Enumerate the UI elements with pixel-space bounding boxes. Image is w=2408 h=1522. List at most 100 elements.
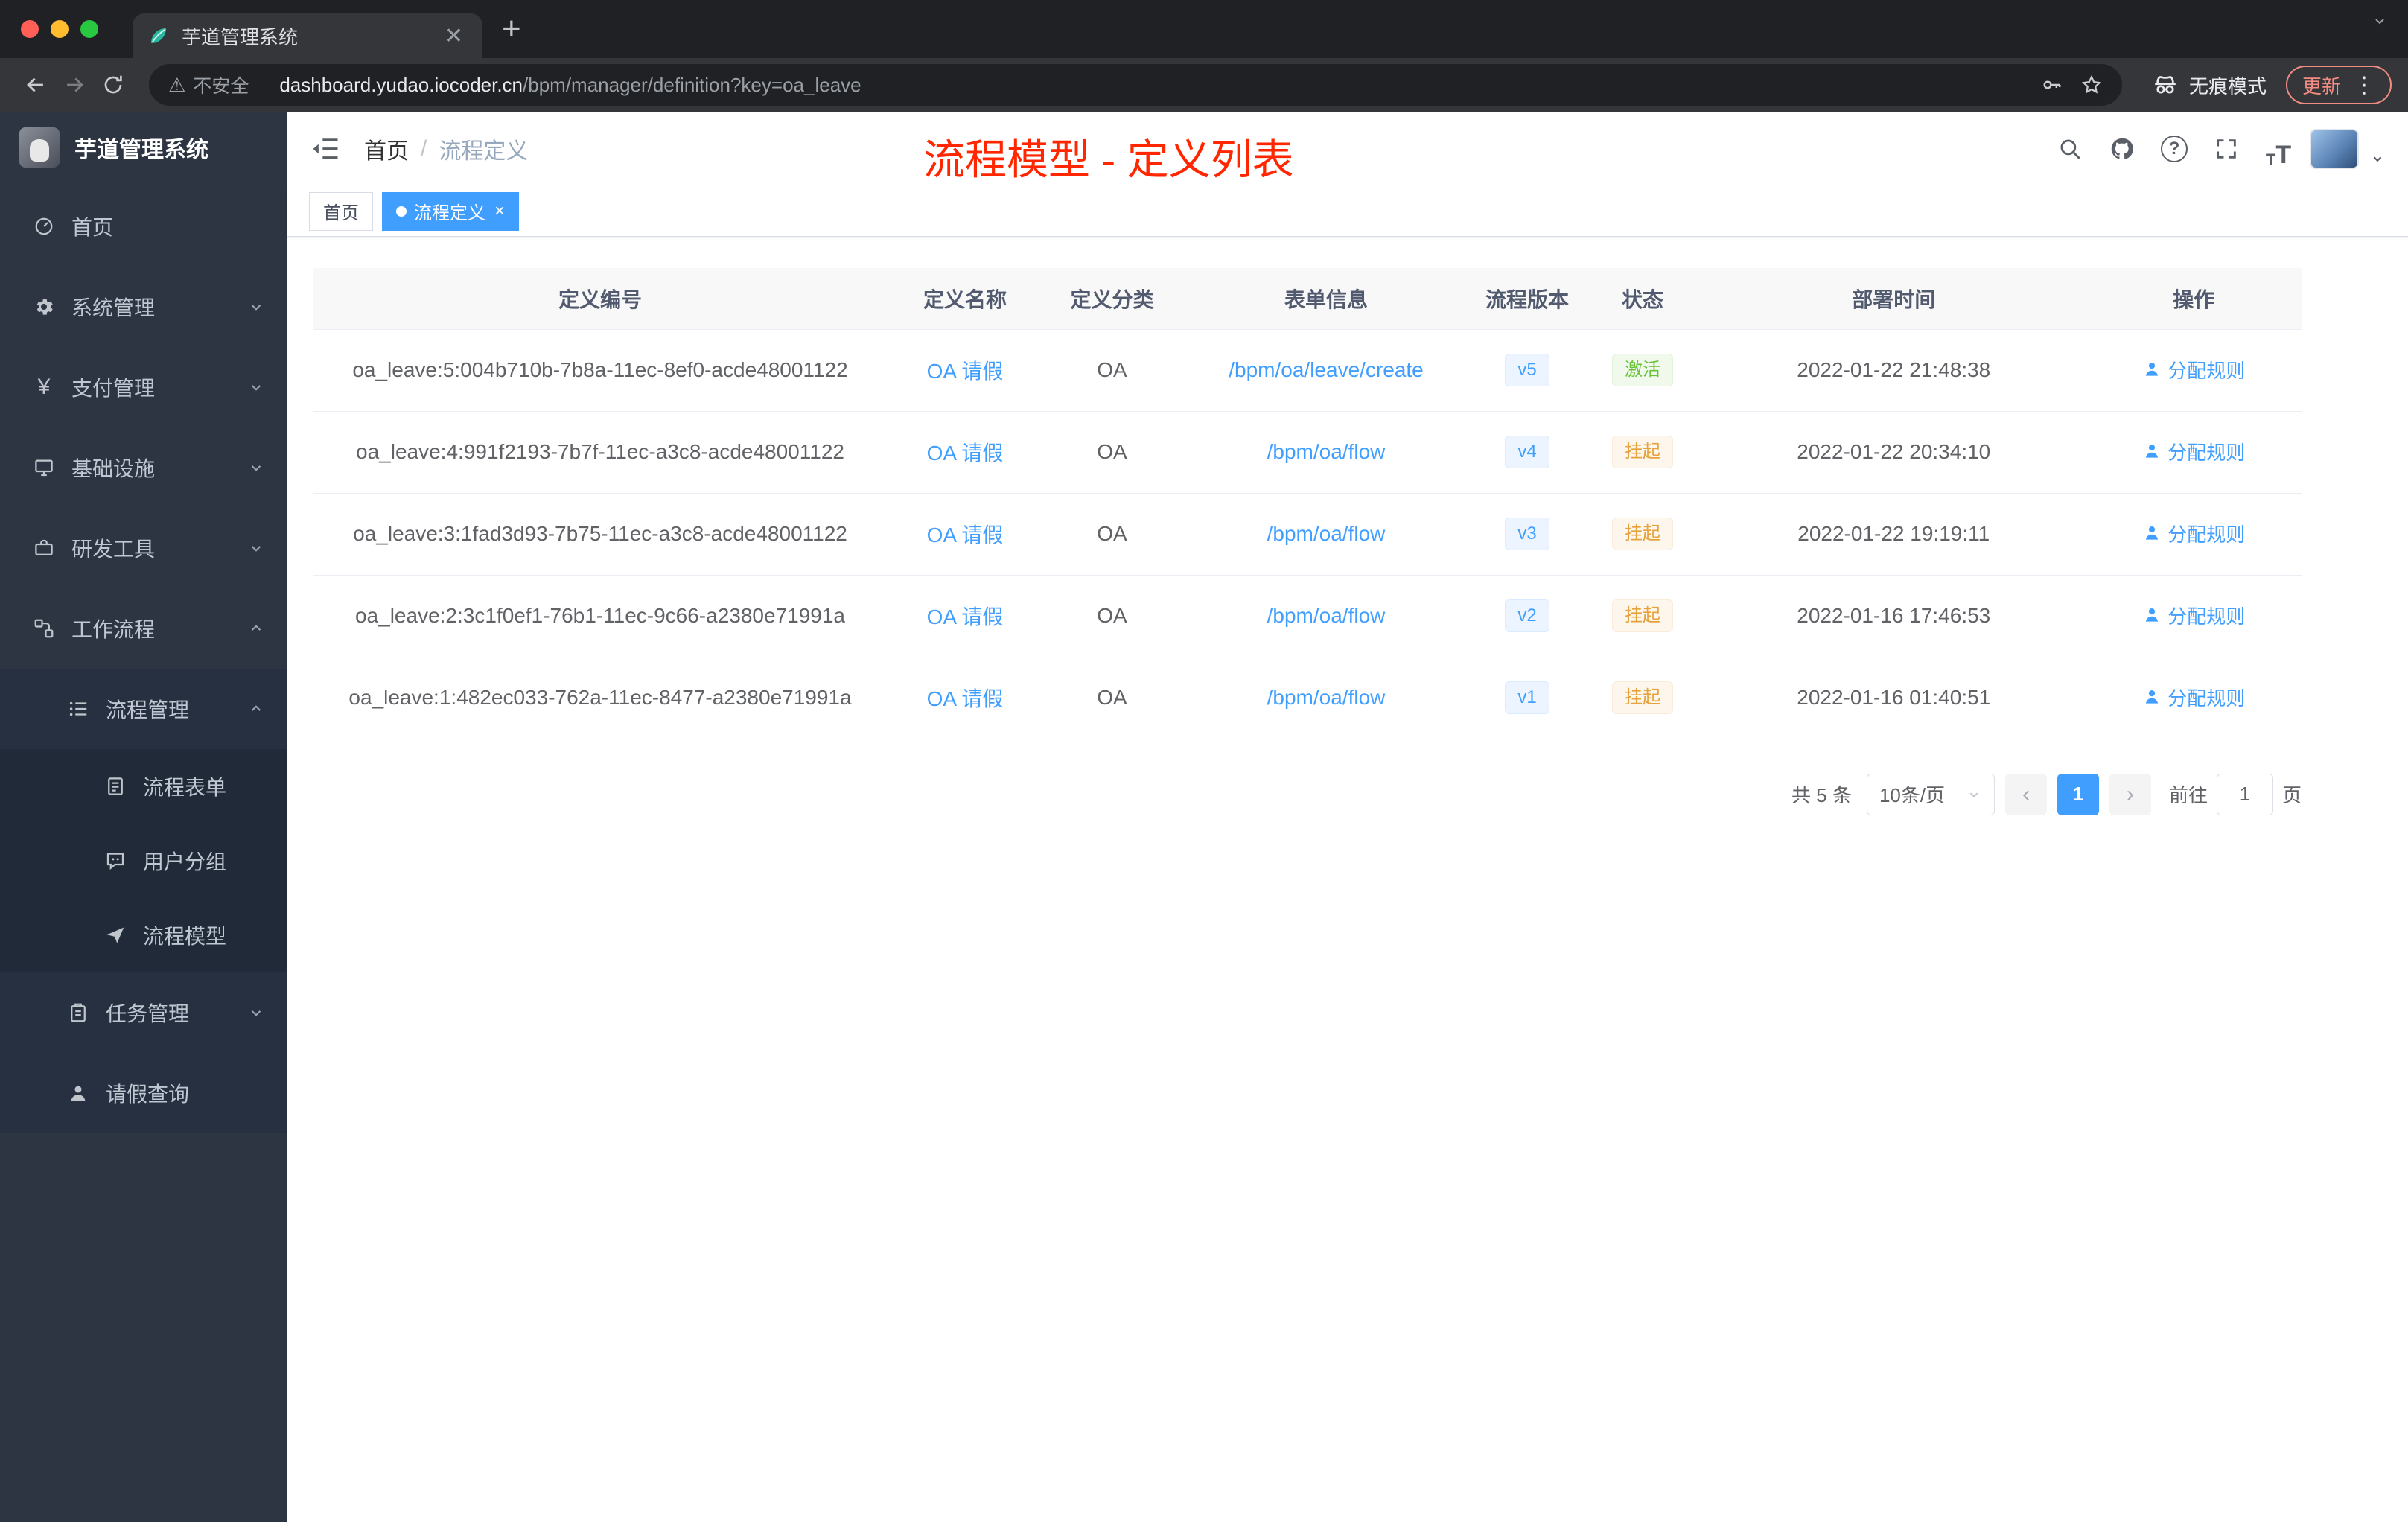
sidebar-item-workflow[interactable]: 工作流程 — [0, 588, 287, 669]
sidebar-item-process-management[interactable]: 流程管理 — [0, 669, 287, 749]
font-size-button[interactable]: TT — [2258, 128, 2299, 170]
url-domain: dashboard.yudao.iocoder.cn — [279, 73, 523, 96]
minimize-window-button[interactable] — [51, 20, 69, 38]
definition-category: OA — [1043, 329, 1181, 412]
assign-rule-button[interactable]: 分配规则 — [2142, 684, 2245, 711]
tab-favicon-icon — [151, 28, 166, 43]
menu-dots-icon[interactable]: ⋮ — [2353, 72, 2375, 98]
definition-name-link[interactable]: OA 请假 — [927, 605, 1004, 628]
close-window-button[interactable] — [21, 20, 39, 38]
warning-icon: ⚠ — [168, 73, 186, 96]
form-info-link[interactable]: /bpm/oa/leave/create — [1229, 358, 1424, 381]
page-annotation: 流程模型 - 定义列表 — [923, 136, 1294, 183]
bookmark-star-icon[interactable] — [2080, 74, 2103, 96]
fullscreen-button[interactable] — [2205, 128, 2247, 170]
form-info-link[interactable]: /bpm/oa/flow — [1267, 686, 1386, 709]
incognito-label: 无痕模式 — [2188, 74, 2267, 98]
back-button[interactable] — [16, 66, 55, 104]
breadcrumb-home[interactable]: 首页 — [364, 133, 409, 165]
deploy-time: 2022-01-22 20:34:10 — [1702, 411, 2086, 494]
security-warning[interactable]: ⚠ 不安全 — [168, 71, 249, 98]
browser-tab[interactable]: 芋道管理系统 ✕ — [133, 13, 482, 58]
status-badge: 挂起 — [1612, 599, 1673, 633]
sidebar-item-system[interactable]: 系统管理 — [0, 267, 287, 347]
question-icon: ? — [2161, 136, 2188, 162]
form-info-link[interactable]: /bpm/oa/flow — [1267, 440, 1386, 463]
goto-page-input[interactable] — [2216, 773, 2273, 815]
sidebar-item-process-model[interactable]: 流程模型 — [0, 898, 287, 972]
definition-category: OA — [1043, 575, 1181, 657]
page-size-select[interactable]: 10条/页 — [1866, 773, 1995, 815]
page-content: 定义编号 定义名称 定义分类 表单信息 流程版本 状态 部署时间 操作 oa_l… — [287, 237, 2408, 815]
sidebar-toggle-icon[interactable] — [309, 133, 342, 165]
help-button[interactable]: ? — [2153, 128, 2195, 170]
update-label: 更新 — [2302, 74, 2341, 98]
new-tab-button[interactable]: + — [502, 10, 521, 48]
reload-button[interactable] — [94, 66, 133, 104]
tag-home[interactable]: 首页 — [309, 191, 373, 231]
security-label: 不安全 — [193, 76, 249, 97]
user-icon — [2146, 526, 2159, 540]
forward-button[interactable] — [55, 66, 94, 104]
status-badge: 挂起 — [1612, 435, 1673, 469]
yen-icon: ¥ — [37, 375, 51, 399]
chevron-down-icon[interactable] — [2371, 12, 2389, 30]
sidebar-item-process-form[interactable]: 流程表单 — [0, 749, 287, 824]
maximize-window-button[interactable] — [80, 20, 98, 38]
chevron-down-icon — [251, 385, 261, 391]
definition-name-link[interactable]: OA 请假 — [927, 360, 1004, 383]
user-icon — [2146, 690, 2159, 704]
tab-close-icon[interactable]: ✕ — [440, 23, 468, 49]
user-icon — [71, 1086, 86, 1101]
user-avatar[interactable] — [2310, 129, 2359, 169]
next-page-button[interactable]: › — [2109, 773, 2151, 815]
incognito-icon — [2155, 76, 2176, 94]
password-key-icon[interactable] — [2040, 74, 2063, 96]
version-badge: v2 — [1505, 599, 1549, 633]
sidebar-item-home[interactable]: 首页 — [0, 186, 287, 267]
tag-close-icon[interactable]: × — [494, 201, 505, 222]
assign-rule-button[interactable]: 分配规则 — [2142, 520, 2245, 547]
sidebar-item-infrastructure[interactable]: 基础设施 — [0, 427, 287, 508]
form-info-link[interactable]: /bpm/oa/flow — [1267, 522, 1386, 545]
dashboard-icon — [35, 217, 53, 235]
form-info-link[interactable]: /bpm/oa/flow — [1267, 604, 1386, 627]
definition-table: 定义编号 定义名称 定义分类 表单信息 流程版本 状态 部署时间 操作 oa_l… — [313, 268, 2302, 739]
browser-toolbar: ⚠ 不安全 dashboard.yudao.iocoder.cn /bpm/ma… — [0, 58, 2408, 112]
definition-id: oa_leave:5:004b710b-7b8a-11ec-8ef0-acde4… — [313, 329, 887, 412]
avatar-caret-icon[interactable] — [2369, 150, 2386, 167]
tab-title: 芋道管理系统 — [182, 25, 299, 48]
pagination-total: 共 5 条 — [1791, 784, 1852, 806]
window-controls[interactable] — [21, 20, 98, 38]
sidebar-item-user-group[interactable]: 用户分组 — [0, 824, 287, 898]
assign-rule-button[interactable]: 分配规则 — [2142, 602, 2245, 629]
col-definition-name: 定义名称 — [887, 268, 1043, 330]
pagination: 共 5 条 10条/页 ‹ 1 › 前往 页 — [313, 773, 2302, 815]
font-size-icon: T — [2265, 150, 2276, 169]
assign-rule-button[interactable]: 分配规则 — [2142, 356, 2245, 383]
status-badge: 激活 — [1612, 353, 1673, 387]
breadcrumb: 首页 / 流程定义 — [364, 133, 528, 165]
deploy-time: 2022-01-22 21:48:38 — [1702, 329, 2086, 412]
breadcrumb-separator: / — [421, 136, 427, 161]
sidebar-item-task-management[interactable]: 任务管理 — [0, 972, 287, 1053]
sidebar-logo: 芋道管理系统 — [0, 112, 287, 183]
status-badge: 挂起 — [1612, 681, 1673, 715]
assign-rule-button[interactable]: 分配规则 — [2142, 438, 2245, 465]
sidebar-item-payment[interactable]: ¥ 支付管理 — [0, 347, 287, 427]
update-chip[interactable]: 更新 ⋮ — [2285, 66, 2392, 104]
sidebar-item-leave-query[interactable]: 请假查询 — [0, 1053, 287, 1133]
definition-name-link[interactable]: OA 请假 — [927, 523, 1004, 547]
sidebar-item-devtools[interactable]: 研发工具 — [0, 508, 287, 588]
address-bar[interactable]: ⚠ 不安全 dashboard.yudao.iocoder.cn /bpm/ma… — [149, 64, 2122, 106]
search-button[interactable] — [2049, 128, 2091, 170]
col-definition-id: 定义编号 — [313, 268, 887, 330]
tag-process-definition[interactable]: 流程定义 × — [382, 191, 520, 231]
current-page-button[interactable]: 1 — [2057, 773, 2099, 815]
chevron-down-icon — [251, 305, 261, 311]
definition-name-link[interactable]: OA 请假 — [927, 442, 1004, 465]
prev-page-button[interactable]: ‹ — [2004, 773, 2047, 815]
tags-view-bar: 首页 流程定义 × — [287, 186, 2408, 237]
github-button[interactable] — [2101, 128, 2143, 170]
definition-name-link[interactable]: OA 请假 — [927, 687, 1004, 710]
